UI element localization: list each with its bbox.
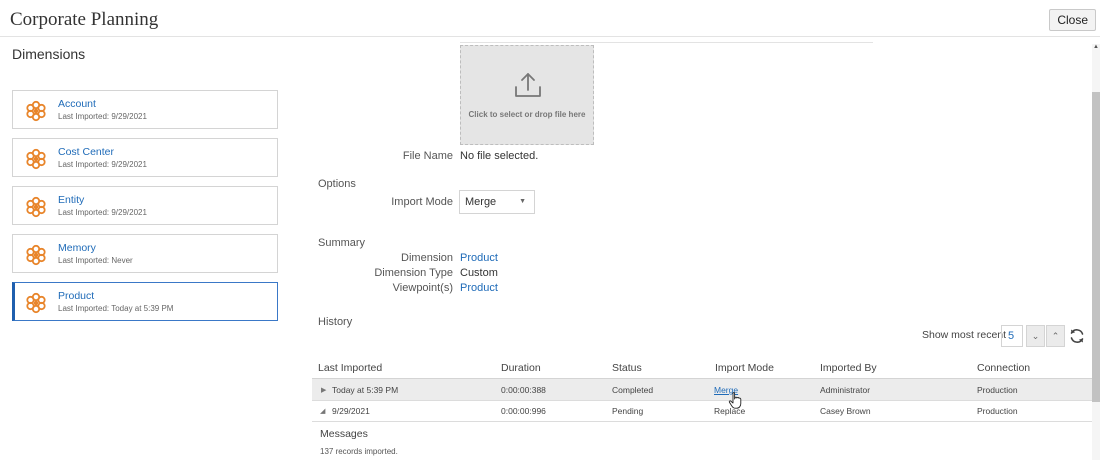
expand-icon[interactable]: ▶ [321, 386, 326, 394]
table-row[interactable] [312, 379, 1092, 400]
dimension-card-cost-center[interactable]: Cost Center Last Imported: 9/29/2021 [12, 138, 278, 177]
column-header-last-imported[interactable]: Last Imported [318, 362, 382, 374]
app-title: Corporate Planning [10, 9, 159, 30]
row-divider [312, 421, 1092, 422]
content-divider [460, 42, 873, 43]
import-mode-label: Import Mode [391, 196, 453, 208]
dimension-name[interactable]: Product [58, 290, 94, 302]
dimension-card-product[interactable]: Product Last Imported: Today at 5:39 PM [12, 282, 278, 321]
show-recent-input[interactable]: 5 [1001, 325, 1023, 347]
messages-heading: Messages [320, 428, 368, 440]
show-recent-label: Show most recent [922, 329, 1007, 341]
import-mode-value: Merge [465, 196, 497, 208]
dimension-last-imported: Last Imported: 9/29/2021 [58, 112, 147, 121]
dimension-icon [26, 196, 46, 218]
dimension-icon [26, 100, 46, 122]
column-header-duration[interactable]: Duration [501, 362, 541, 374]
upload-icon [515, 73, 541, 97]
dimension-name[interactable]: Entity [58, 194, 84, 206]
row-divider [312, 400, 1092, 401]
dimension-card-account[interactable]: Account Last Imported: 9/29/2021 [12, 90, 278, 129]
dimensions-heading: Dimensions [12, 46, 86, 62]
cell-status: Completed [612, 385, 654, 395]
dimension-type-label: Dimension Type [374, 267, 453, 279]
collapse-icon[interactable]: ◢ [320, 407, 325, 415]
cell-connection: Production [977, 385, 1018, 395]
column-header-imported-by[interactable]: Imported By [820, 362, 877, 374]
column-header-connection[interactable]: Connection [977, 362, 1030, 374]
dimension-card-entity[interactable]: Entity Last Imported: 9/29/2021 [12, 186, 278, 225]
dimension-icon [26, 148, 46, 170]
cell-last-imported: 9/29/2021 [332, 406, 370, 416]
cell-connection: Production [977, 406, 1018, 416]
dimension-last-imported: Last Imported: Never [58, 256, 133, 265]
cell-status: Pending [612, 406, 644, 416]
chevron-down-icon: ▼ [519, 198, 526, 205]
dimension-icon [26, 292, 46, 314]
dimension-type-value: Custom [460, 267, 498, 279]
cell-duration: 0:00:00:388 [501, 385, 546, 395]
dimension-name[interactable]: Account [58, 98, 96, 110]
dimension-card-memory[interactable]: Memory Last Imported: Never [12, 234, 278, 273]
dimension-name[interactable]: Cost Center [58, 146, 114, 158]
refresh-icon[interactable] [1068, 327, 1086, 345]
viewpoints-label: Viewpoint(s) [392, 282, 453, 294]
dropzone-text: Click to select or drop file here [468, 110, 586, 119]
cell-imported-by: Administrator [820, 385, 871, 395]
options-heading: Options [318, 178, 356, 190]
header-divider [0, 36, 1100, 37]
chevron-up-icon[interactable]: ⌃ [1046, 325, 1065, 347]
close-button[interactable]: Close [1049, 9, 1096, 31]
column-header-status[interactable]: Status [612, 362, 642, 374]
dimension-name[interactable]: Memory [58, 242, 96, 254]
scroll-up-icon[interactable]: ▲ [1093, 44, 1099, 50]
dimension-last-imported: Last Imported: 9/29/2021 [58, 208, 147, 217]
dimension-last-imported: Last Imported: Today at 5:39 PM [58, 304, 174, 313]
file-name-value: No file selected. [460, 150, 539, 162]
history-heading: History [318, 316, 353, 328]
scrollbar-thumb[interactable] [1092, 92, 1100, 402]
file-name-label: File Name [402, 150, 453, 162]
dimension-icon [26, 244, 46, 266]
file-dropzone[interactable]: Click to select or drop file here [460, 45, 594, 145]
chevron-down-icon[interactable]: ⌄ [1026, 325, 1045, 347]
viewpoints-value: Product [460, 282, 498, 294]
dimension-label: Dimension [401, 252, 453, 264]
cell-duration: 0:00:00:996 [501, 406, 546, 416]
column-header-import-mode[interactable]: Import Mode [715, 362, 774, 374]
import-mode-select[interactable]: Merge ▼ [459, 190, 535, 214]
dimension-last-imported: Last Imported: 9/29/2021 [58, 160, 147, 169]
cell-last-imported: Today at 5:39 PM [332, 385, 399, 395]
cell-imported-by: Casey Brown [820, 406, 871, 416]
dimension-value: Product [460, 252, 498, 264]
summary-heading: Summary [318, 237, 366, 249]
hand-cursor-icon [728, 392, 742, 409]
messages-text: 137 records imported. [320, 447, 398, 456]
